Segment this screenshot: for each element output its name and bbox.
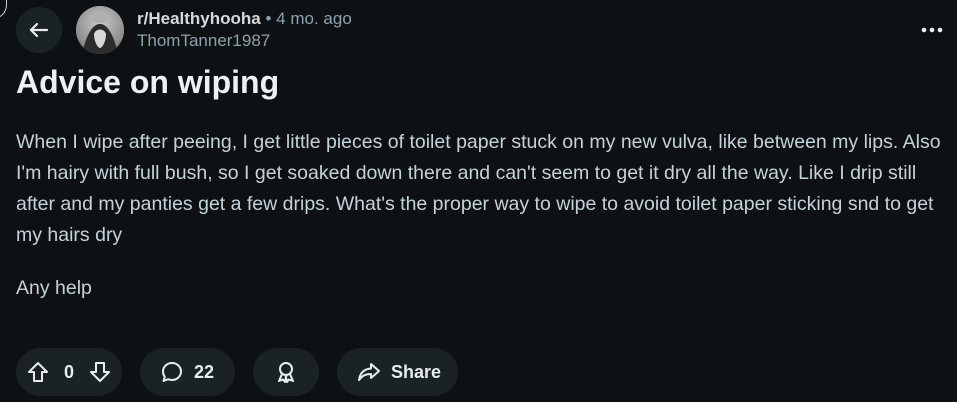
arrow-left-icon [27, 18, 51, 42]
post-body: When I wipe after peeing, I get little p… [16, 127, 951, 326]
post-paragraph: Any help [16, 277, 92, 299]
comments-button[interactable]: 22 [140, 348, 235, 396]
arrow-up-icon [26, 360, 50, 384]
share-button[interactable]: Share [337, 348, 458, 396]
arrow-down-icon [88, 360, 112, 384]
subreddit-avatar[interactable] [76, 6, 124, 54]
comment-count: 22 [194, 361, 215, 382]
upvote-button[interactable] [26, 360, 50, 384]
meta-separator: • [265, 9, 272, 28]
vote-control: 0 [16, 348, 122, 396]
post-title: Advice on wiping [16, 64, 280, 100]
award-ribbon-icon [274, 360, 298, 384]
share-arrow-icon [357, 360, 381, 384]
vote-count: 0 [63, 361, 74, 382]
award-button[interactable] [253, 348, 319, 396]
post-meta: r/Healthyhooha • 4 mo. ago ThomTanner198… [137, 8, 352, 52]
window-edge-arc [0, 0, 7, 19]
more-options-button[interactable] [912, 14, 952, 46]
back-button[interactable] [16, 7, 62, 53]
downvote-button[interactable] [88, 360, 112, 384]
more-dots-icon [921, 27, 943, 33]
post-page: r/Healthyhooha • 4 mo. ago ThomTanner198… [0, 0, 957, 402]
share-label: Share [391, 361, 442, 382]
author-name[interactable]: ThomTanner1987 [137, 30, 352, 52]
post-actions: 0 22 Share [16, 348, 458, 396]
post-paragraph: When I wipe after peeing, I get little p… [16, 131, 941, 246]
post-age: 4 mo. ago [276, 9, 352, 28]
speech-bubble-icon [160, 360, 184, 384]
subreddit-name[interactable]: r/Healthyhooha [137, 9, 261, 28]
subreddit-row: r/Healthyhooha • 4 mo. ago [137, 8, 352, 30]
